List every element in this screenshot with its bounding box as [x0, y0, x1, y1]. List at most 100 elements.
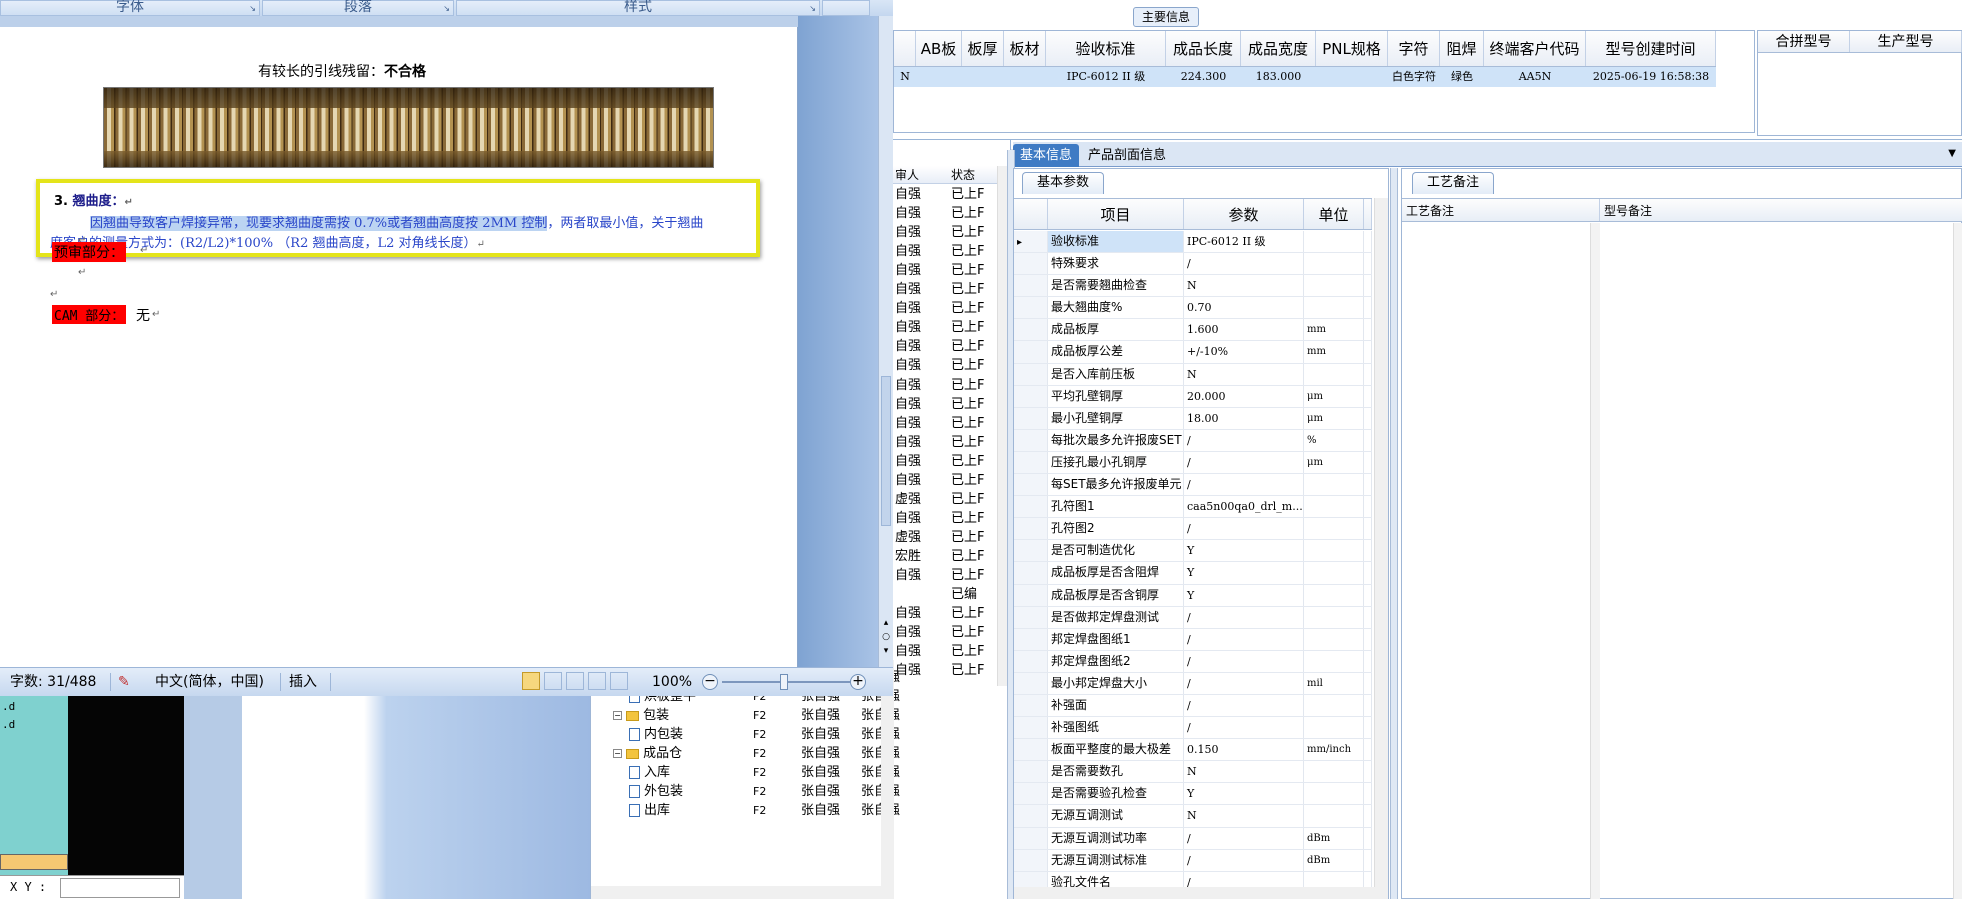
zoom-in-icon[interactable]: +: [850, 674, 866, 690]
row-header[interactable]: [1014, 849, 1048, 871]
param-row[interactable]: 是否可制造优化 Y: [1014, 540, 1372, 563]
row-header[interactable]: [1014, 518, 1048, 540]
param-unit[interactable]: μm: [1304, 385, 1364, 407]
outline-view-icon[interactable]: [588, 672, 606, 690]
param-value[interactable]: /: [1184, 429, 1304, 451]
row-header[interactable]: [1014, 540, 1048, 562]
param-unit[interactable]: mil: [1304, 672, 1364, 694]
param-item[interactable]: 补强面: [1048, 694, 1184, 717]
tree-node[interactable]: 外包装: [629, 782, 683, 801]
col-production-model[interactable]: 生产型号: [1850, 31, 1962, 52]
param-row[interactable]: 压接孔最小孔铜厚 / μm: [1014, 451, 1372, 475]
param-row[interactable]: 平均孔壁铜厚 20.000 μm: [1014, 385, 1372, 408]
param-value[interactable]: /: [1184, 849, 1304, 871]
insert-mode[interactable]: 插入: [289, 668, 317, 696]
tab-craft-remarks[interactable]: 工艺备注: [1412, 172, 1495, 194]
model-grid-cell[interactable]: AA5N: [1484, 67, 1586, 87]
tabs-dropdown-icon[interactable]: ▼: [1948, 148, 1956, 159]
model-remark-vscroll[interactable]: [1953, 223, 1962, 899]
tab-basic-info[interactable]: 基本信息: [1013, 144, 1080, 167]
ribbon-group-font[interactable]: 字体 ↘: [0, 0, 260, 16]
process-list-row[interactable]: 自强 已上F: [893, 280, 993, 299]
param-value[interactable]: /: [1184, 253, 1304, 275]
process-list-row[interactable]: 宏胜 已上F: [893, 547, 993, 566]
params-hscroll[interactable]: [1014, 887, 1388, 899]
row-header[interactable]: [1014, 628, 1048, 650]
process-list-row[interactable]: 自强 已上F: [893, 204, 993, 223]
param-unit[interactable]: dBm: [1304, 849, 1364, 871]
process-list-row[interactable]: 虚强 已上F: [893, 490, 993, 509]
params-vscroll[interactable]: [1374, 198, 1388, 888]
param-row[interactable]: 成品板厚是否含阻焊 Y: [1014, 562, 1372, 585]
ribbon-group-styles[interactable]: 样式 ↘: [456, 0, 820, 16]
param-item[interactable]: 平均孔壁铜厚: [1048, 385, 1184, 407]
row-header[interactable]: [1014, 717, 1048, 739]
param-value[interactable]: 1.600: [1184, 319, 1304, 341]
param-item[interactable]: 成品板厚是否含铜厚: [1048, 584, 1184, 606]
word-count[interactable]: 字数: 31/488: [10, 668, 96, 696]
param-unit[interactable]: [1304, 275, 1364, 297]
param-row[interactable]: 补强图纸 /: [1014, 717, 1372, 740]
param-value[interactable]: Y: [1184, 783, 1304, 805]
param-row[interactable]: 邦定焊盘图纸2/: [1014, 650, 1372, 673]
param-row[interactable]: 特殊要求 /: [1014, 253, 1372, 276]
param-row[interactable]: 孔符图1 caa5n00qa0_drl_m...: [1014, 496, 1372, 519]
param-unit[interactable]: [1304, 805, 1364, 827]
browse-object-icons[interactable]: ▴ ○ ▾: [881, 616, 891, 658]
param-item[interactable]: 每批次最多允许报废SET: [1048, 429, 1184, 451]
param-value[interactable]: /: [1184, 672, 1304, 694]
col-thickness[interactable]: 板厚: [962, 31, 1004, 66]
draft-view-icon[interactable]: [610, 672, 628, 690]
param-item[interactable]: 孔符图1: [1048, 496, 1184, 518]
process-list-row[interactable]: 自强 已上F: [893, 509, 993, 528]
param-row[interactable]: 最大翘曲度% 0.70: [1014, 297, 1372, 320]
process-list-row[interactable]: 自强 已上F: [893, 242, 993, 261]
param-row[interactable]: ▸ 验收标准 IPC-6012 II 级: [1014, 231, 1372, 254]
param-item[interactable]: 成品板厚是否含阻焊: [1048, 562, 1184, 584]
zoom-out-icon[interactable]: −: [702, 674, 718, 690]
row-header[interactable]: [1014, 275, 1048, 297]
param-unit[interactable]: [1304, 761, 1364, 783]
bg-orange-field[interactable]: [0, 854, 68, 870]
process-list-row[interactable]: 自强 已上F: [893, 223, 993, 242]
mid-splitter[interactable]: [1390, 168, 1398, 899]
row-header[interactable]: [1014, 385, 1048, 407]
param-row[interactable]: 板面平整度的最大极差 0.150 mm/inch: [1014, 739, 1372, 762]
param-item[interactable]: 是否做邦定焊盘测试: [1048, 606, 1184, 628]
col-length[interactable]: 成品长度: [1166, 31, 1241, 66]
col-value[interactable]: 参数: [1184, 199, 1304, 229]
row-header[interactable]: [1014, 761, 1048, 783]
param-item[interactable]: 是否需要数孔: [1048, 761, 1184, 783]
param-value[interactable]: IPC-6012 II 级: [1184, 231, 1304, 253]
param-item[interactable]: 成品板厚: [1048, 319, 1184, 341]
param-row[interactable]: 每批次最多允许报废SET /%: [1014, 429, 1372, 452]
model-grid-row[interactable]: N IPC-6012 II 级 224.300 183.000 白色字符 绿色 AA5N 20…: [894, 67, 1716, 87]
param-value[interactable]: 0.150: [1184, 739, 1304, 761]
row-header[interactable]: [1014, 319, 1048, 341]
process-list-row[interactable]: 自强 已上F: [893, 604, 993, 623]
param-row[interactable]: 每SET最多允许报废单元 /: [1014, 474, 1372, 497]
param-unit[interactable]: [1304, 540, 1364, 562]
process-list-row[interactable]: 自强 已上F: [893, 337, 993, 356]
param-unit[interactable]: μm: [1304, 407, 1364, 429]
param-row[interactable]: 是否做邦定焊盘测试 /: [1014, 606, 1372, 629]
param-unit[interactable]: [1304, 606, 1364, 628]
param-unit[interactable]: mm: [1304, 341, 1364, 363]
param-unit[interactable]: [1304, 253, 1364, 275]
process-list-row[interactable]: 自强 已上F: [893, 566, 993, 585]
col-model-remark[interactable]: 型号备注: [1600, 199, 1962, 221]
row-header[interactable]: [1014, 650, 1048, 672]
document-page[interactable]: 有较长的引线残留：不合格 3. 翘曲度：↵ 因翘曲导致客户焊接异常，现要求翘曲度…: [0, 27, 798, 667]
tree-node[interactable]: 入库: [629, 763, 670, 782]
styles-dialog-launcher-icon[interactable]: ↘: [809, 3, 816, 15]
process-list-row[interactable]: 自强 已上F: [893, 395, 993, 414]
param-item[interactable]: 验收标准: [1048, 231, 1184, 253]
param-row[interactable]: 是否需要数孔 N: [1014, 761, 1372, 784]
param-unit[interactable]: [1304, 231, 1364, 253]
main-info-tab[interactable]: 主要信息: [1133, 7, 1200, 27]
zoom-level[interactable]: 100%: [652, 668, 692, 696]
process-list-row[interactable]: 自强 已上F: [893, 433, 993, 452]
font-dialog-launcher-icon[interactable]: ↘: [249, 3, 256, 15]
tab-basic-params[interactable]: 基本参数: [1022, 172, 1105, 194]
param-value[interactable]: /: [1184, 628, 1304, 650]
